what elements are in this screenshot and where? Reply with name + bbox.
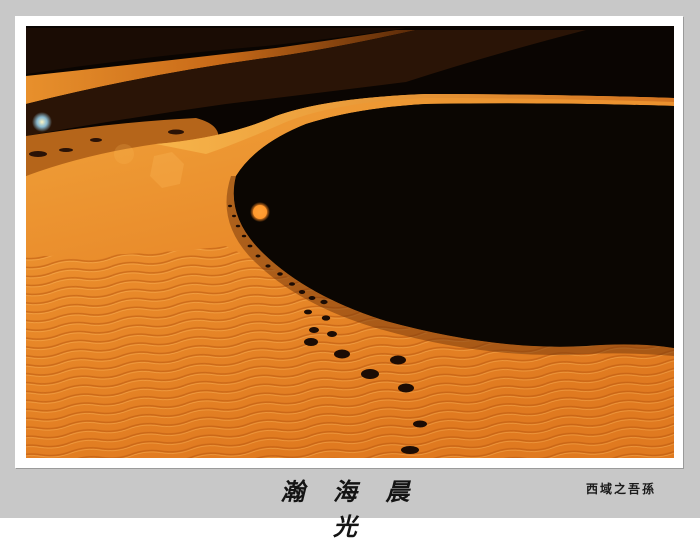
desert-dunes-image	[26, 26, 674, 458]
lens-flare-blue	[32, 112, 52, 132]
lens-flare-ghost	[114, 144, 134, 164]
photo-title: 瀚 海 晨 光	[280, 477, 420, 541]
lens-flare-core	[253, 205, 267, 219]
picture-frame: 瀚 海 晨 光 西域之吾孫	[0, 0, 700, 541]
desert-photo	[26, 26, 674, 458]
caption-bar: 瀚 海 晨 光 西域之吾孫	[0, 470, 700, 541]
photographer-signature: 西域之吾孫	[585, 482, 656, 496]
